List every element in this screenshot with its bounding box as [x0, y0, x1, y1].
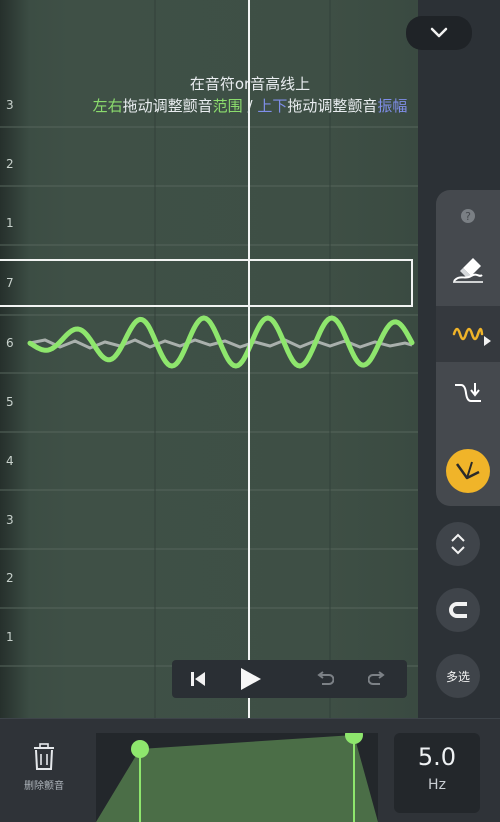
question-icon: ? [461, 209, 475, 223]
hint-left-right: 左右 [92, 97, 123, 115]
redo-icon [368, 671, 385, 685]
help-button[interactable]: ? [436, 190, 500, 242]
row-label: 6 [6, 336, 14, 350]
transport-bar [172, 660, 407, 698]
envelope-start-handle[interactable] [131, 740, 149, 758]
pitch-slide-tool[interactable] [436, 364, 500, 424]
row-label: 1 [6, 216, 14, 230]
pitch-curve-icon [446, 449, 490, 493]
hint-drag-a: 拖动调整颤音 [122, 97, 213, 115]
vibrato-rate-control[interactable]: 5.0 Hz [394, 733, 480, 813]
multi-select-label: 多选 [445, 669, 470, 684]
row-label: 4 [6, 454, 14, 468]
selected-note[interactable] [0, 259, 413, 307]
edit-toolbar: ? [436, 190, 500, 506]
hint-line-2: 左右拖动调整颤音范围 / 上下拖动调整颤音振幅 [0, 96, 500, 116]
redo-button[interactable] [358, 664, 398, 694]
row-label: 1 [6, 630, 14, 644]
envelope-graph [96, 733, 378, 822]
snap-button[interactable] [436, 588, 480, 632]
row-label: 5 [6, 395, 14, 409]
hint-slash: / [247, 97, 253, 115]
skip-to-start-button[interactable] [178, 664, 218, 694]
hint-drag-b: 拖动调整颤音 [287, 97, 378, 115]
eraser-tool[interactable] [436, 240, 500, 298]
active-tool-indicator [484, 336, 491, 346]
vibrato-rate-unit: Hz [428, 777, 446, 793]
trash-icon [34, 743, 54, 770]
hint-amplitude: 振幅 [377, 97, 408, 115]
undo-icon [317, 671, 334, 685]
delete-vibrato-label: 删除颤音 [24, 781, 64, 792]
hint-line-1: 在音符or音高线上 [189, 75, 311, 93]
up-down-arrows-icon [451, 533, 465, 555]
pitch-line-tool[interactable] [436, 440, 500, 502]
eraser-icon [453, 258, 483, 283]
undo-button[interactable] [304, 664, 344, 694]
vibrato-curve[interactable] [27, 315, 415, 369]
pitch-slide-icon [455, 383, 481, 402]
vibrato-rate-value: 5.0 [417, 743, 457, 771]
transpose-button[interactable] [436, 522, 480, 566]
row-label: 7 [6, 276, 14, 290]
row-label: 3 [6, 513, 14, 527]
collapse-button[interactable] [406, 16, 472, 50]
chevron-down-icon [430, 27, 448, 38]
magnet-icon [449, 602, 467, 618]
multi-select-button[interactable]: 多选 [436, 654, 480, 698]
vibrato-envelope-editor[interactable] [96, 733, 378, 822]
skip-back-icon [191, 672, 205, 686]
svg-text:?: ? [465, 210, 471, 223]
row-label: 2 [6, 571, 14, 585]
row-label: 2 [6, 157, 14, 171]
vibrato-tool[interactable] [436, 306, 500, 362]
hint-range: 范围 [212, 97, 243, 115]
hint-up-down: 上下 [257, 97, 288, 115]
vibrato-params-panel: 删除颤音 5.0 Hz [0, 718, 500, 822]
play-icon [241, 668, 261, 690]
vibrato-wave-icon [452, 327, 484, 341]
delete-vibrato-button[interactable]: 删除颤音 [8, 743, 80, 813]
play-button[interactable] [230, 664, 270, 694]
